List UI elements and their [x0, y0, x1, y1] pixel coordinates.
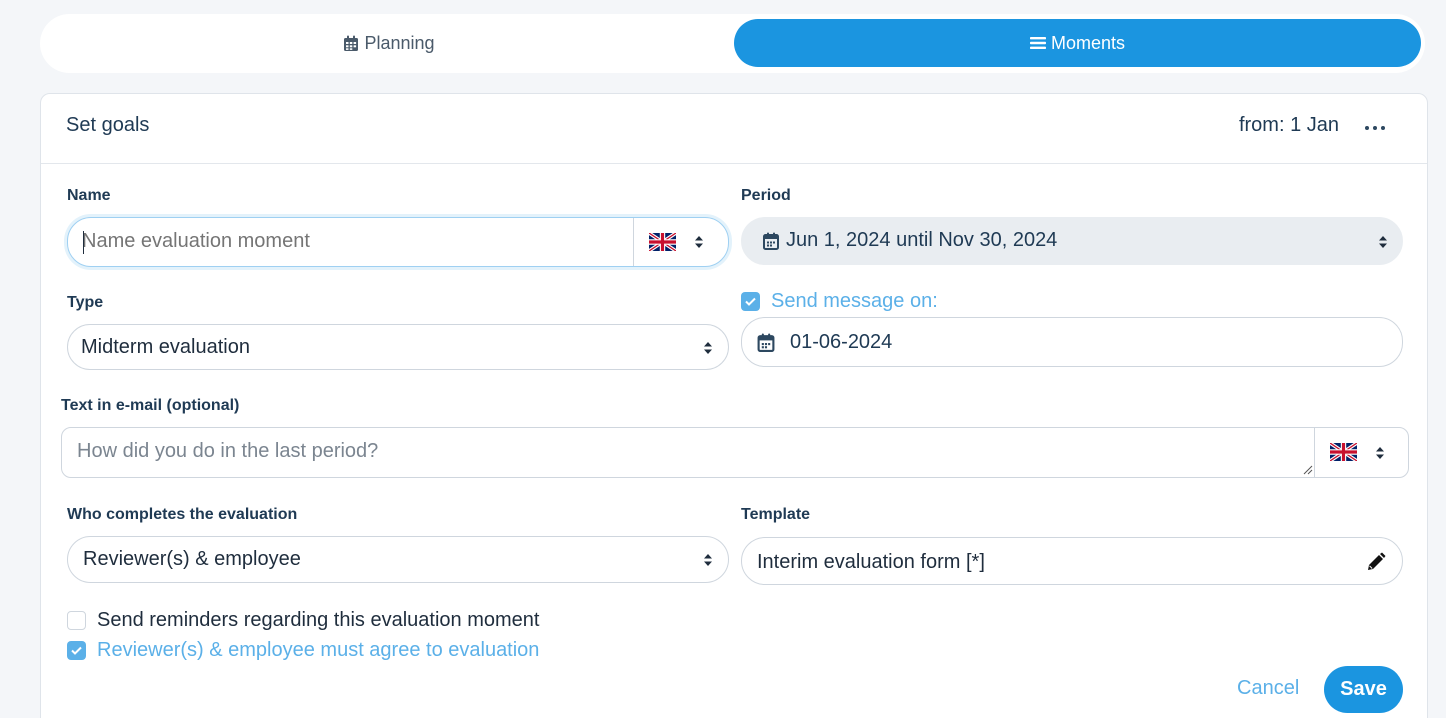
- send-message-date-field[interactable]: 01-06-2024: [741, 317, 1403, 367]
- view-tabs: Planning Moments: [40, 14, 1425, 73]
- must-agree-checkbox[interactable]: [67, 641, 86, 660]
- completed-by-label: Who completes the evaluation: [67, 506, 298, 523]
- period-select[interactable]: Jun 1, 2024 until Nov 30, 2024: [741, 217, 1403, 265]
- save-button[interactable]: Save: [1324, 666, 1403, 713]
- send-message-date-value: 01-06-2024: [790, 331, 893, 353]
- type-label: Type: [67, 294, 104, 311]
- uk-flag-icon: [1330, 443, 1357, 461]
- checkmark-icon: [71, 646, 82, 655]
- name-language-select[interactable]: [633, 218, 728, 266]
- card-header: Set goals from: 1 Jan: [41, 94, 1427, 164]
- set-goals-card: Set goals from: 1 Jan Name Period: [40, 93, 1428, 718]
- name-input[interactable]: [82, 230, 622, 253]
- calendar-icon: [763, 232, 779, 250]
- type-value: Midterm evaluation: [81, 336, 250, 358]
- email-text-input[interactable]: How did you do in the last period?: [77, 440, 378, 463]
- name-field-group: [67, 217, 729, 267]
- period-value: Jun 1, 2024 until Nov 30, 2024: [786, 229, 1058, 251]
- template-label: Template: [741, 506, 811, 523]
- list-icon: [1029, 37, 1046, 49]
- completed-by-select[interactable]: Reviewer(s) & employee: [67, 536, 729, 583]
- text-caret: [83, 231, 84, 254]
- resize-handle-icon[interactable]: [1303, 465, 1313, 475]
- tab-moments-label: Moments: [1050, 32, 1126, 53]
- reminders-checkbox[interactable]: [67, 611, 86, 630]
- chevron-updown-icon: [704, 554, 712, 566]
- send-message-checkbox[interactable]: [741, 292, 760, 311]
- send-message-label: Send message on:: [771, 290, 938, 312]
- reminders-label: Send reminders regarding this evaluation…: [97, 609, 540, 631]
- cancel-button[interactable]: Cancel: [1237, 677, 1299, 700]
- name-label: Name: [67, 187, 111, 204]
- tab-planning-label: Planning: [364, 32, 435, 53]
- type-select[interactable]: Midterm evaluation: [67, 324, 729, 370]
- uk-flag-icon: [649, 233, 676, 251]
- pencil-icon[interactable]: [1366, 552, 1386, 572]
- email-text-label: Text in e-mail (optional): [61, 397, 240, 414]
- card-title: Set goals: [66, 114, 150, 136]
- template-field[interactable]: Interim evaluation form [*]: [741, 537, 1403, 585]
- more-options-button[interactable]: [1363, 116, 1387, 140]
- template-value: Interim evaluation form [*]: [757, 551, 985, 573]
- email-text-group: How did you do in the last period?: [61, 427, 1409, 478]
- from-date-text: from: 1 Jan: [1238, 114, 1339, 136]
- chevron-updown-icon: [1379, 236, 1387, 248]
- chevron-updown-icon: [704, 342, 712, 354]
- calendar-icon: [344, 35, 359, 51]
- chevron-updown-icon: [1376, 447, 1384, 459]
- calendar-icon: [757, 333, 775, 352]
- completed-by-value: Reviewer(s) & employee: [83, 548, 301, 570]
- email-language-select[interactable]: [1314, 428, 1409, 477]
- checkmark-icon: [745, 297, 756, 306]
- ellipsis-icon: [1365, 126, 1369, 130]
- tab-moments[interactable]: Moments: [734, 19, 1421, 67]
- must-agree-label: Reviewer(s) & employee must agree to eva…: [97, 639, 540, 661]
- period-label: Period: [741, 187, 791, 204]
- chevron-updown-icon: [695, 236, 703, 248]
- tab-planning[interactable]: Planning: [44, 19, 734, 67]
